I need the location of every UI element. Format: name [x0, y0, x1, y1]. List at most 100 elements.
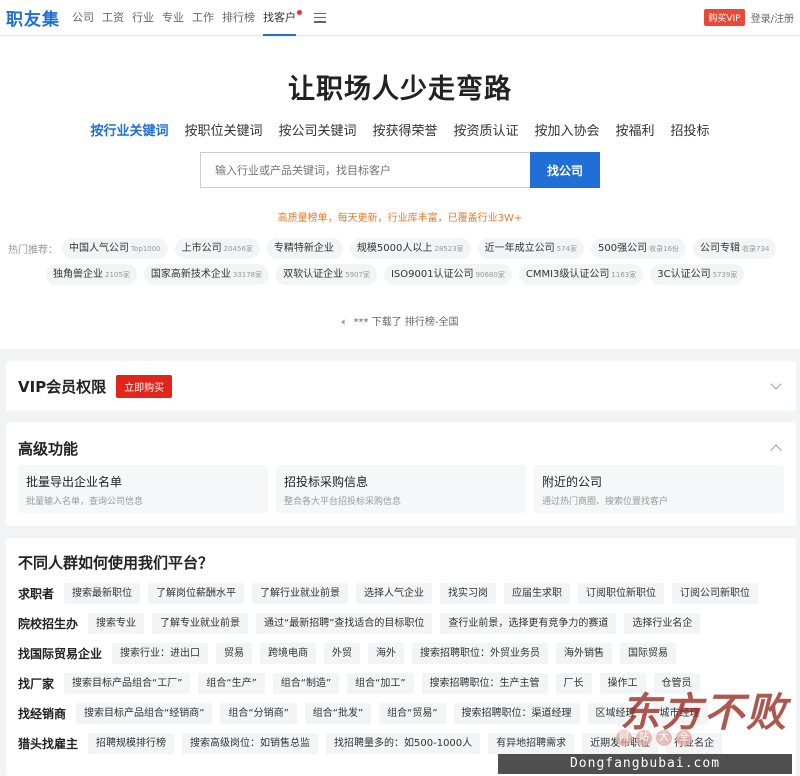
usage-tag[interactable]: 应届生求职 [504, 583, 571, 604]
chevron-down-icon[interactable] [770, 378, 782, 390]
hot-chip[interactable]: 国家高新技术企业 33178家 [143, 263, 270, 285]
nav-item-find-customers[interactable]: 找客户 [263, 0, 302, 36]
hot-chip[interactable]: CMMI3级认证公司 1163家 [518, 263, 644, 285]
hot-label: 热门推荐： [8, 244, 58, 256]
hot-chip[interactable]: 独角兽企业 2105家 [46, 263, 137, 285]
nav-item-industry[interactable]: 行业 [132, 0, 154, 36]
top-nav: 职友集 公司 工资 行业 专业 工作 排行榜 找客户 购买VIP 登录/注册 [0, 0, 800, 36]
chevron-up-icon[interactable] [770, 444, 782, 456]
usage-tag[interactable]: 组合“贸易” [379, 703, 446, 724]
buy-now-button[interactable]: 立即购买 [116, 374, 173, 398]
feature-bidding-info[interactable]: 招投标采购信息 整合各大平台招投标采购信息 [276, 465, 526, 513]
nav-item-jobs[interactable]: 工作 [192, 0, 214, 36]
usage-tag[interactable]: 区域经理 [587, 703, 644, 724]
usage-tag[interactable]: 组合“加工” [347, 673, 414, 694]
usage-tag[interactable]: 搜索招聘职位：渠道经理 [453, 703, 580, 724]
vip-panel[interactable]: VIP会员权限 立即购买 [6, 361, 796, 411]
usage-tag[interactable]: 搜索最新职位 [64, 583, 141, 604]
nav-item-company[interactable]: 公司 [72, 0, 94, 36]
usage-tag[interactable]: 海外 [368, 643, 405, 664]
usage-tag[interactable]: 搜索专业 [88, 613, 145, 634]
find-company-button[interactable]: 找公司 [530, 152, 600, 188]
usage-tag[interactable]: 仓管员 [653, 673, 700, 694]
usage-tag[interactable]: 搜索目标产品组合“经销商” [76, 703, 213, 724]
usage-title: 不同人群如何使用我们平台？ [18, 554, 214, 572]
search-input[interactable] [200, 152, 530, 188]
usage-tag[interactable]: 搜索目标产品组合“工厂” [64, 673, 191, 694]
usage-tag[interactable]: 选择行业名企 [624, 613, 701, 634]
usage-tag[interactable]: 城市经理 [651, 703, 708, 724]
usage-tag[interactable]: 跨境电商 [260, 643, 317, 664]
search-tabs: 按行业关键词 按职位关键词 按公司关键词 按获得荣誉 按资质认证 按加入协会 按… [0, 120, 800, 139]
hot-chip[interactable]: 中国人气公司 Top1000 [62, 237, 168, 259]
tab-certification[interactable]: 按资质认证 [454, 120, 519, 139]
feature-bulk-export[interactable]: 批量导出企业名单 批量输入名单，查询公司信息 [18, 465, 268, 513]
tab-association[interactable]: 按加入协会 [535, 120, 600, 139]
nav-right: 购买VIP 登录/注册 [704, 9, 794, 26]
feature-nearby-companies[interactable]: 附近的公司 通过热门商圈、搜索位置找客户 [534, 465, 784, 513]
hot-chip[interactable]: 公司专辑 收录734 [693, 237, 777, 259]
hot-chip[interactable]: 规模5000人以上 28523家 [349, 237, 471, 259]
usage-row-trade: 找国际贸易企业 搜索行业：进出口 贸易 跨境电商 外贸 海外 搜索招聘职位：外贸… [18, 642, 794, 665]
tab-position-keyword[interactable]: 按职位关键词 [184, 120, 262, 139]
usage-tag[interactable]: 组合“制造” [272, 673, 340, 694]
usage-tag[interactable]: 订阅公司新职位 [672, 583, 759, 604]
nav-item-ranking[interactable]: 排行榜 [222, 0, 255, 36]
usage-tag[interactable]: 近期发布职位 [582, 733, 659, 754]
usage-tag[interactable]: 有异地招聘需求 [488, 733, 575, 754]
tab-company-keyword[interactable]: 按公司关键词 [278, 120, 356, 139]
feature-desc: 批量输入名单，查询公司信息 [26, 497, 144, 507]
hero-section: 让职场人少走弯路 按行业关键词 按职位关键词 按公司关键词 按获得荣誉 按资质认… [0, 37, 800, 349]
usage-tag[interactable]: 组合“生产” [198, 673, 265, 694]
hot-chip[interactable]: 专精特新企业 [266, 237, 343, 259]
usage-tag[interactable]: 搜索行业：进出口 [112, 643, 209, 664]
download-ticker: 🔈︎ *** 下载了 排行榜-全国 [0, 313, 800, 328]
usage-tag[interactable]: 选择人气企业 [356, 583, 433, 604]
nav-item-salary[interactable]: 工资 [102, 0, 124, 36]
usage-row-distributors: 找经销商 搜索目标产品组合“经销商” 组合“分销商” 组合“批发” 组合“贸易”… [18, 702, 794, 725]
usage-tag[interactable]: 国际贸易 [620, 643, 677, 664]
usage-tag[interactable]: 招聘规模排行榜 [88, 733, 175, 754]
usage-tag[interactable]: 搜索高级岗位：如销售总监 [182, 733, 319, 754]
usage-tag[interactable]: 外贸 [324, 643, 361, 664]
usage-tag[interactable]: 搜索招聘职位：外贸业务员 [412, 643, 549, 664]
usage-tag[interactable]: 行业名企 [666, 733, 723, 754]
hot-chip[interactable]: 3C认证公司 5739家 [650, 263, 745, 285]
hot-chip[interactable]: 上市公司 20456家 [174, 237, 260, 259]
login-register-link[interactable]: 登录/注册 [751, 10, 794, 25]
hot-chip[interactable]: 500强公司 收录16份 [591, 237, 687, 259]
usage-tag[interactable]: 通过“最新招聘”查找适合的目标职位 [256, 613, 433, 634]
tab-bidding[interactable]: 招投标 [671, 120, 710, 139]
usage-tag[interactable]: 查行业前景，选择更有竞争力的赛道 [440, 613, 617, 634]
usage-tag[interactable]: 厂长 [555, 673, 592, 694]
usage-tag[interactable]: 找实习岗 [440, 583, 497, 604]
site-logo[interactable]: 职友集 [6, 5, 60, 30]
usage-tag[interactable]: 组合“分销商” [220, 703, 297, 724]
hot-recommendations: 热门推荐： 中国人气公司 Top1000 上市公司 20456家 专精特新企业 规模… [8, 237, 798, 289]
nav-item-major[interactable]: 专业 [162, 0, 184, 36]
usage-tag[interactable]: 海外销售 [556, 643, 613, 664]
usage-tag[interactable]: 订阅职位新职位 [578, 583, 665, 604]
usage-tag[interactable]: 操作工 [599, 673, 646, 694]
hot-chip[interactable]: ISO9001认证公司 90680家 [383, 263, 512, 285]
buy-vip-button[interactable]: 购买VIP [704, 9, 745, 26]
hot-chip[interactable]: 双软认证企业 5907家 [276, 263, 377, 285]
usage-tag[interactable]: 了解专业就业前景 [152, 613, 249, 634]
tab-industry-keyword[interactable]: 按行业关键词 [90, 120, 168, 139]
usage-row-admissions: 院校招生办 搜索专业 了解专业就业前景 通过“最新招聘”查找适合的目标职位 查行… [18, 612, 794, 635]
tab-benefits[interactable]: 按福利 [616, 120, 655, 139]
hot-row-2: 独角兽企业 2105家 国家高新技术企业 33178家 双软认证企业 5907家 IS… [8, 263, 798, 285]
hot-chip[interactable]: 近一年成立公司 574家 [477, 237, 585, 259]
usage-tag[interactable]: 组合“批发” [304, 703, 372, 724]
usage-tag[interactable]: 搜索招聘职位：生产主管 [421, 673, 548, 694]
usage-tag[interactable]: 找招聘量多的：如500-1000人 [326, 733, 481, 754]
usage-tag[interactable]: 贸易 [216, 643, 253, 664]
search-bar: 找公司 [200, 152, 600, 188]
usage-tag[interactable]: 了解岗位薪酬水平 [148, 583, 245, 604]
notification-dot [297, 9, 302, 15]
menu-icon[interactable] [314, 12, 326, 23]
tab-honors[interactable]: 按获得荣誉 [372, 120, 437, 139]
row-label: 猎头找雇主 [18, 737, 79, 751]
row-label: 找经销商 [18, 707, 67, 721]
usage-tag[interactable]: 了解行业就业前景 [252, 583, 349, 604]
